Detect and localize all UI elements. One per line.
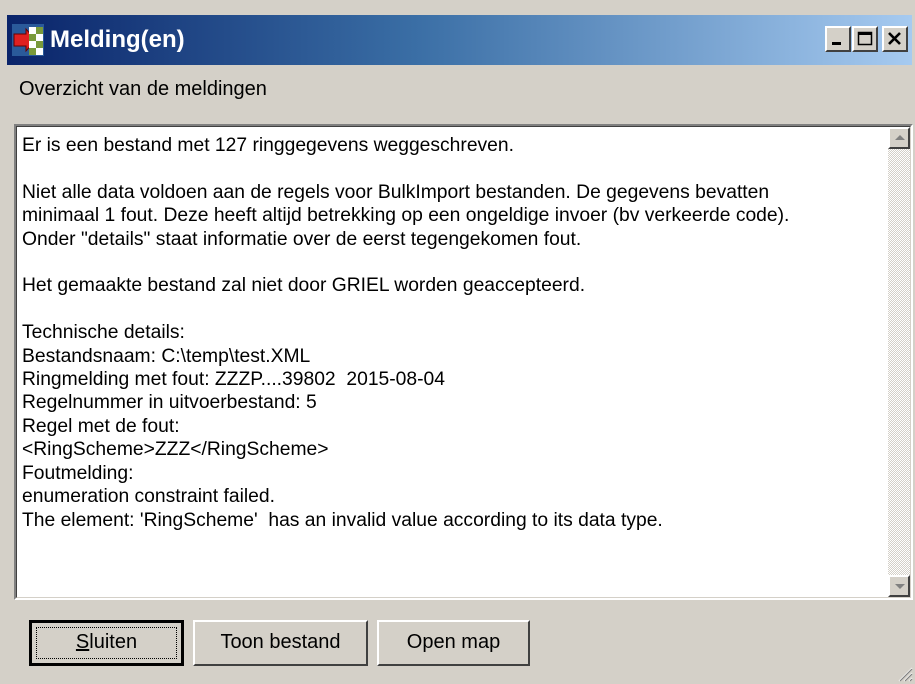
vertical-scrollbar[interactable] [888,127,910,597]
textbox-border: Er is een bestand met 127 ringgegevens w… [16,126,911,598]
focus-rectangle [36,627,177,659]
scroll-up-button[interactable] [888,127,910,149]
title-bar[interactable]: Melding(en) [7,15,912,65]
show-file-button[interactable]: Toon bestand [193,620,368,666]
message-text: Er is een bestand met 127 ringgegevens w… [22,135,790,531]
close-dialog-button[interactable]: Sluiten [29,620,184,666]
maximize-icon [857,31,873,46]
open-folder-button[interactable]: Open map [377,620,530,666]
arrow-up-icon [895,135,905,140]
minimize-icon [832,42,841,45]
message-dialog: Melding(en) Overzicht van de meldingen E… [0,0,915,684]
message-textbox[interactable]: Er is een bestand met 127 ringgegevens w… [14,124,913,600]
resize-grip-icon[interactable] [895,664,913,682]
arrow-down-icon [895,584,905,589]
close-icon [888,32,901,45]
window-title: Melding(en) [50,26,185,53]
dialog-subtitle: Overzicht van de meldingen [19,78,267,100]
minimize-button[interactable] [825,26,851,52]
close-button[interactable] [882,26,908,52]
scroll-down-button[interactable] [888,575,910,597]
maximize-button[interactable] [852,26,878,52]
app-icon [12,24,44,56]
